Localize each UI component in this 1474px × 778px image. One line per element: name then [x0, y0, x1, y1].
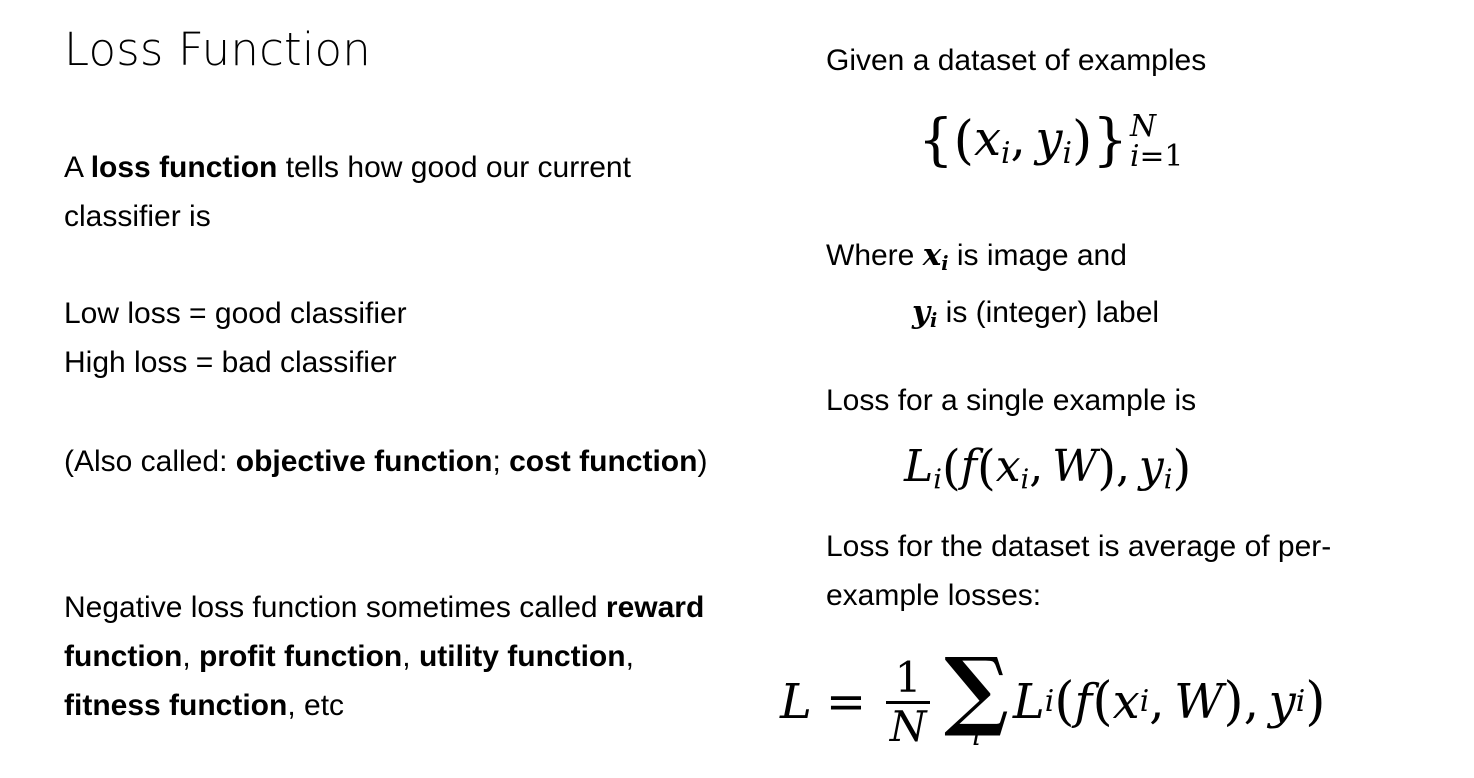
page-title: Loss Function [64, 23, 372, 76]
high-loss-line: High loss = bad classifier [64, 346, 397, 379]
neg-run-6: , [625, 640, 634, 673]
dataset-superscript-N: N [1129, 109, 1156, 144]
also-run-2: ; [492, 445, 510, 478]
paragraph-low-high: Low loss = good classifier High loss = b… [64, 289, 714, 387]
inline-var-y-base: y [912, 293, 931, 330]
paragraph-negative-loss: Negative loss function sometimes called … [64, 583, 714, 730]
also-run-1-bold: objective function [235, 445, 493, 478]
where-suffix-x: is image and [948, 239, 1127, 272]
total-close-paren-2: ) [1223, 672, 1244, 733]
neg-run-8: , etc [287, 689, 345, 722]
given-dataset-label: Given a dataset of examples [826, 44, 1207, 77]
dataset-limits: Ni=1 [1129, 109, 1183, 173]
also-run-3-bold: cost function [509, 445, 698, 478]
total-L-lhs: L [780, 674, 812, 731]
low-loss-line: Low loss = good classifier [64, 297, 407, 330]
total-equals: = [825, 674, 867, 731]
total-L-subscript: i [1044, 684, 1055, 720]
dataset-open-brace: { [918, 107, 954, 173]
single-L: L [904, 441, 934, 492]
single-x: x [995, 441, 1021, 492]
right-column: Given a dataset of examples {(xi, yi)} Ni… [780, 0, 1474, 778]
neg-run-3-bold: profit function [198, 640, 403, 673]
total-f: f [1074, 674, 1093, 731]
total-comma-2: , [1243, 674, 1259, 731]
also-run-0: (Also called: [64, 445, 236, 478]
single-open-paren-1: ( [941, 440, 961, 496]
where-suffix-y: is (integer) label [937, 295, 1160, 329]
total-y: y [1268, 674, 1296, 731]
neg-run-2: , [182, 640, 199, 673]
single-open-paren-2: ( [976, 440, 996, 496]
total-y-subscript: i [1295, 684, 1306, 720]
inline-var-x-base: x [922, 237, 942, 273]
sigma-icon: ∑ [944, 639, 1009, 740]
where-prefix: Where [826, 239, 923, 272]
total-frac-numerator: 1 [894, 652, 922, 702]
total-summation: ∑ i [944, 639, 1009, 752]
neg-run-5-bold: utility function [418, 640, 626, 673]
single-y: y [1138, 441, 1164, 492]
dataset-subscript-i-equals-1: i=1 [1130, 142, 1183, 172]
dataset-y: y [1035, 110, 1063, 167]
slide-canvas: Loss Function A loss function tells how … [0, 0, 1474, 778]
where-line-y: yi is (integer) label [826, 288, 1426, 345]
formula-loss-single: Li(f(xi, W), yi) [904, 444, 1191, 494]
dataset-close-paren: ) [1072, 110, 1093, 171]
single-W: W [1052, 441, 1098, 492]
single-L-subscript: i [933, 464, 942, 496]
single-comma-2: , [1116, 441, 1131, 492]
dataset-comma: , [1010, 110, 1026, 167]
total-L: L [1012, 674, 1045, 731]
total-fraction: 1N [886, 652, 931, 751]
dataset-close-brace: } [1092, 107, 1128, 173]
dataset-y-subscript: i [1062, 136, 1073, 172]
total-comma-1: , [1149, 674, 1165, 731]
neg-run-7-bold: fitness function [64, 689, 288, 722]
single-close-paren-2: ) [1097, 440, 1117, 496]
left-column: Loss Function A loss function tells how … [64, 0, 744, 778]
intro-run-1-bold: loss function [90, 151, 278, 184]
intro-run-0: A [64, 151, 91, 184]
loss-single-label: Loss for a single example is [826, 384, 1197, 417]
total-x-subscript: i [1139, 684, 1150, 720]
dataset-sub-eq: = [1139, 139, 1165, 175]
where-line-x: Where xi is image and [826, 231, 1426, 288]
inline-var-y: yi [912, 293, 937, 332]
total-frac-denominator: N [889, 701, 927, 751]
dataset-x: x [973, 110, 1002, 167]
inline-var-x: xi [922, 237, 949, 275]
dataset-x-subscript: i [1001, 136, 1011, 172]
formula-loss-total: L = 1 N ∑ i Li(f(x i, W), y i) [780, 639, 1326, 752]
loss-dataset-label: Loss for the dataset is average of per-e… [826, 530, 1332, 612]
total-sum-index: i [971, 718, 981, 752]
single-comma-1: , [1029, 441, 1044, 492]
total-close-paren-1: ) [1305, 672, 1326, 733]
total-W: W [1174, 674, 1224, 731]
neg-run-0: Negative loss function sometimes called [64, 591, 606, 624]
dataset-sub-val: 1 [1164, 139, 1184, 175]
dataset-open-paren: ( [953, 110, 974, 171]
total-open-paren-1: ( [1054, 672, 1075, 733]
where-definitions: Where xi is image and yi is (integer) la… [826, 231, 1426, 345]
total-open-paren-2: ( [1092, 672, 1113, 733]
paragraph-intro: A loss function tells how good our curre… [64, 143, 714, 241]
total-x: x [1112, 674, 1140, 731]
also-run-4: ) [697, 445, 708, 478]
single-close-paren-1: ) [1172, 440, 1192, 496]
paragraph-also-called: (Also called: objective function; cost f… [64, 437, 714, 486]
formula-dataset: {(xi, yi)} Ni=1 [918, 109, 1183, 173]
single-f: f [960, 441, 977, 492]
neg-run-4: , [402, 640, 419, 673]
single-x-subscript: i [1020, 464, 1030, 496]
